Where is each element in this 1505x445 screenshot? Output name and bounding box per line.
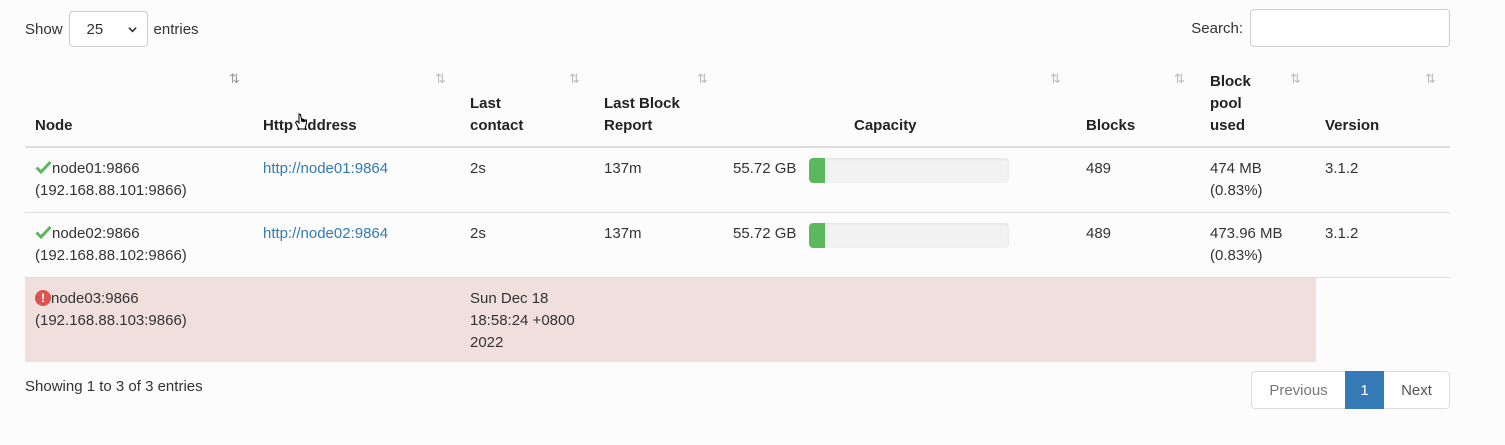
pagination: Previous 1 Next	[1251, 371, 1450, 409]
table-row: node01:9866 (192.168.88.101:9866) http:/…	[25, 148, 1450, 213]
node-cell: node02:9866 (192.168.88.102:9866)	[35, 225, 187, 264]
capacity-bar-fill	[809, 223, 825, 248]
capacity-text: 55.72 GB	[733, 225, 797, 242]
last-block-report: 137m	[604, 160, 642, 177]
chevron-down-icon	[127, 26, 137, 32]
http-address-link[interactable]: http://node01:9864	[263, 158, 388, 180]
col-block-pool-used[interactable]: Block pool used	[1210, 71, 1251, 137]
col-blocks[interactable]: Blocks	[1086, 115, 1135, 137]
sort-desc-icon[interactable]: ⇅	[229, 71, 240, 87]
block-pool-used: 474 MB (0.83%)	[1210, 160, 1263, 199]
last-block-report: 137m	[604, 225, 642, 242]
entries-select-value: 25	[86, 20, 104, 38]
previous-button[interactable]: Previous	[1251, 371, 1345, 409]
datanode-table: Node ⇅ Http Address ⇅ Last contact ⇅ Last…	[25, 62, 1450, 362]
last-contact: 2s	[470, 160, 486, 177]
block-pool-used: 473.96 MB (0.83%)	[1210, 225, 1283, 264]
check-icon	[35, 160, 52, 174]
table-info: Showing 1 to 3 of 3 entries	[25, 378, 203, 395]
last-contact: 2s	[470, 225, 486, 242]
search-label: Search:	[1191, 19, 1243, 37]
capacity-bar-fill	[809, 158, 825, 183]
col-last-contact[interactable]: Last contact	[470, 93, 523, 137]
mouse-pointer-icon	[294, 113, 307, 130]
col-http-address[interactable]: Http Address	[263, 115, 357, 137]
col-node[interactable]: Node	[35, 115, 73, 137]
sort-icon[interactable]: ⇅	[1174, 71, 1185, 87]
dead-row-background	[25, 278, 1316, 362]
node-cell: ! node03:9866 (192.168.88.103:9866)	[35, 290, 187, 329]
http-address-link[interactable]: http://node02:9864	[263, 223, 388, 245]
capacity-progress-bar	[809, 158, 1009, 183]
next-button[interactable]: Next	[1384, 371, 1450, 409]
blocks: 489	[1086, 160, 1112, 177]
col-version[interactable]: Version	[1325, 115, 1379, 137]
blocks: 489	[1086, 225, 1112, 242]
entries-select[interactable]: 25	[68, 11, 148, 47]
version: 3.1.2	[1325, 225, 1359, 242]
entries-label: entries	[153, 20, 199, 38]
search-area: Search:	[1191, 9, 1450, 47]
sort-icon[interactable]: ⇅	[569, 71, 580, 87]
sort-icon[interactable]: ⇅	[1050, 71, 1061, 87]
page-1-button[interactable]: 1	[1345, 371, 1384, 409]
sort-icon[interactable]: ⇅	[1290, 71, 1301, 87]
sort-icon[interactable]: ⇅	[697, 71, 708, 87]
sort-icon[interactable]: ⇅	[1425, 71, 1436, 87]
check-icon	[35, 225, 52, 239]
col-last-block-report[interactable]: Last Block Report	[604, 93, 680, 137]
show-label: Show	[25, 20, 63, 38]
capacity-text: 55.72 GB	[733, 160, 797, 177]
table-row-dead: ! node03:9866 (192.168.88.103:9866) Sun D…	[25, 278, 1450, 362]
exclamation-circle-icon: !	[35, 290, 51, 306]
capacity-progress-bar	[809, 223, 1009, 248]
length-menu: Show 25 entries	[25, 10, 199, 48]
last-contact: Sun Dec 18 18:58:24 +0800 2022	[470, 290, 575, 351]
col-capacity[interactable]: Capacity	[854, 115, 917, 137]
version: 3.1.2	[1325, 160, 1359, 177]
sort-icon[interactable]: ⇅	[435, 71, 446, 87]
table-row: node02:9866 (192.168.88.102:9866) http:/…	[25, 213, 1450, 278]
node-cell: node01:9866 (192.168.88.101:9866)	[35, 160, 187, 199]
search-input[interactable]	[1250, 9, 1450, 47]
table-header: Node ⇅ Http Address ⇅ Last contact ⇅ Last…	[25, 62, 1450, 148]
